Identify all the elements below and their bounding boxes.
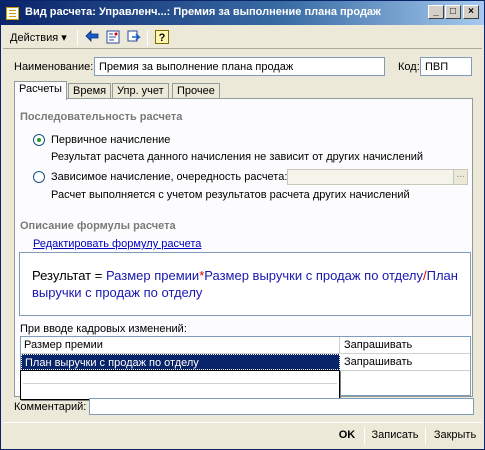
dependent-accrual-label[interactable]: Зависимое начисление, очередность расчет… (51, 171, 287, 183)
close-window-button[interactable]: × (463, 5, 479, 19)
maximize-button[interactable]: □ (445, 5, 461, 19)
minimize-button[interactable]: _ (428, 5, 444, 19)
button-separator (425, 427, 426, 445)
toolbar: Действия ▾ ? (3, 27, 482, 49)
name-field[interactable]: Премия за выполнение плана продаж (94, 57, 385, 76)
title-bar[interactable]: Вид расчета: Управленч...: Премия за вып… (1, 1, 484, 25)
ok-button[interactable]: OK (334, 426, 360, 446)
tab-calculations[interactable]: Расчеты (14, 81, 67, 100)
help-icon[interactable]: ? (153, 30, 171, 46)
select-order-button: ... (453, 170, 467, 184)
dependent-accrual-description: Расчет выполняется с учетом результатов … (51, 189, 410, 201)
refresh-icon[interactable] (125, 30, 143, 46)
comment-field[interactable] (89, 398, 474, 415)
formula-result-text: Результат = (32, 268, 106, 283)
actions-menu[interactable]: Действия ▾ (7, 30, 70, 46)
tab-management-accounting[interactable]: Упр. учет (112, 83, 169, 99)
help-symbol: ? (159, 32, 166, 44)
formula-section-title: Описание формулы расчета (20, 220, 176, 232)
window-title: Вид расчета: Управленч...: Премия за вып… (25, 6, 381, 18)
document-icon (6, 7, 19, 20)
toolbar-separator (147, 30, 148, 46)
hr-changes-label: При вводе кадровых изменений: (20, 323, 187, 335)
chevron-down-icon: ▾ (61, 32, 67, 44)
dependent-accrual-radio[interactable] (33, 171, 45, 183)
name-label: Наименование: (14, 61, 94, 73)
primary-accrual-description: Результат расчета данного начисления не … (51, 151, 424, 163)
formula-description: Результат = Размер премии*Размер выручки… (19, 252, 471, 316)
actions-menu-label: Действия (10, 32, 59, 44)
calculation-order-field: ... (287, 169, 468, 185)
sequence-section-title: Последовательность расчета (20, 111, 183, 123)
code-field[interactable]: ПВП (420, 57, 472, 76)
row-parameter-mode[interactable]: Запрашивать (341, 337, 470, 353)
tab-other[interactable]: Прочее (172, 83, 220, 99)
formula-term-department-revenue: Размер выручки с продаж по отделу (204, 268, 423, 283)
calculation-type-window: Вид расчета: Управленч...: Премия за вып… (0, 0, 485, 450)
edit-formula-link[interactable]: Редактировать формулу расчета (33, 238, 201, 250)
formula-term-bonus-size: Размер премии (105, 268, 200, 283)
go-back-icon[interactable] (83, 30, 101, 46)
parameter-dropdown-list[interactable] (20, 370, 340, 400)
structure-icon[interactable] (104, 30, 122, 46)
row-parameter-mode[interactable]: Запрашивать (341, 354, 470, 370)
row-parameter-name[interactable]: План выручки с продаж по отделу (21, 354, 340, 370)
button-separator (364, 427, 365, 445)
tab-time[interactable]: Время (68, 83, 112, 99)
table-row[interactable]: План выручки с продаж по отделу Запрашив… (21, 354, 470, 371)
table-row[interactable]: Размер премии Запрашивать (21, 337, 470, 354)
primary-accrual-label[interactable]: Первичное начисление (51, 134, 170, 146)
bottom-separator (3, 422, 482, 423)
row-parameter-name: Размер премии (21, 337, 340, 353)
toolbar-separator (77, 30, 78, 46)
comment-label: Комментарий: (14, 401, 87, 413)
primary-accrual-radio[interactable] (33, 134, 45, 146)
save-button[interactable]: Записать (368, 426, 422, 446)
close-button[interactable]: Закрыть (430, 426, 480, 446)
code-label: Код: (398, 61, 420, 73)
